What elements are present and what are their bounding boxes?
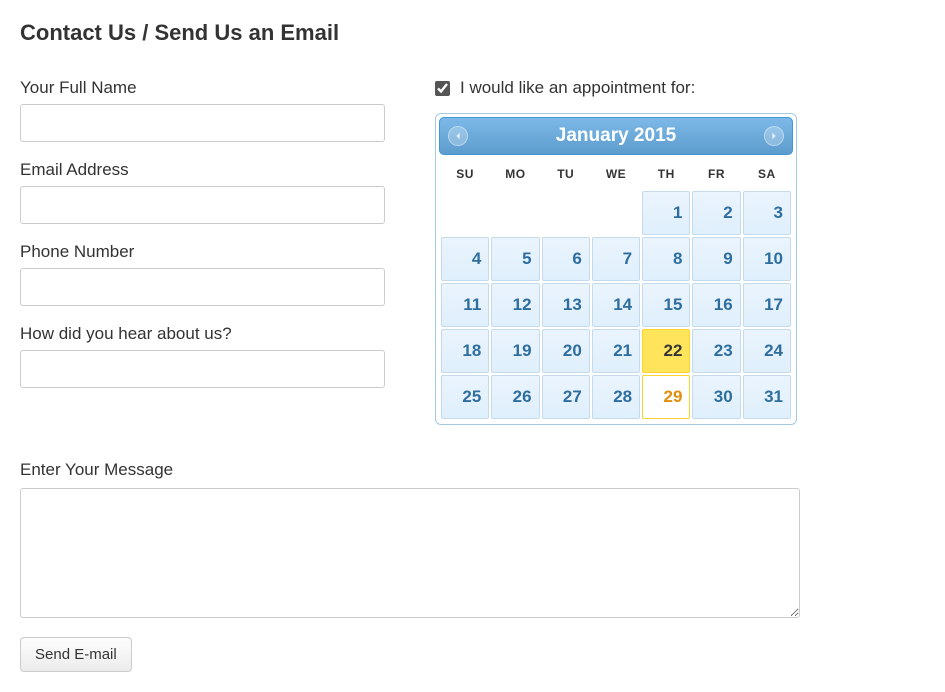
calendar-day[interactable]: 16 <box>692 283 740 327</box>
calendar-day[interactable]: 14 <box>592 283 640 327</box>
calendar-day[interactable]: 24 <box>743 329 791 373</box>
calendar-title: January 2015 <box>556 125 676 147</box>
calendar-day-header: TU <box>542 161 590 189</box>
calendar-day[interactable]: 23 <box>692 329 740 373</box>
phone-label: Phone Number <box>20 242 385 262</box>
calendar-empty-cell <box>542 191 590 235</box>
calendar-day[interactable]: 30 <box>692 375 740 419</box>
calendar-day[interactable]: 29 <box>642 375 690 419</box>
calendar-day-header: FR <box>692 161 740 189</box>
calendar: January 2015 SUMOTUWETHFRSA 123456789101… <box>435 113 797 425</box>
calendar-day[interactable]: 9 <box>692 237 740 281</box>
calendar-grid: SUMOTUWETHFRSA 1234567891011121314151617… <box>439 159 793 421</box>
message-textarea[interactable] <box>20 488 800 618</box>
email-label: Email Address <box>20 160 385 180</box>
page-title: Contact Us / Send Us an Email <box>20 20 925 46</box>
calendar-day[interactable]: 27 <box>542 375 590 419</box>
calendar-empty-cell <box>491 191 539 235</box>
message-label: Enter Your Message <box>20 460 925 480</box>
full-name-label: Your Full Name <box>20 78 385 98</box>
calendar-day[interactable]: 25 <box>441 375 489 419</box>
calendar-day[interactable]: 12 <box>491 283 539 327</box>
calendar-day-header: TH <box>642 161 690 189</box>
calendar-day[interactable]: 26 <box>491 375 539 419</box>
appointment-checkbox[interactable] <box>435 81 450 96</box>
calendar-day[interactable]: 2 <box>692 191 740 235</box>
calendar-day-header: WE <box>592 161 640 189</box>
calendar-day-header: SU <box>441 161 489 189</box>
calendar-day[interactable]: 8 <box>642 237 690 281</box>
calendar-day[interactable]: 31 <box>743 375 791 419</box>
calendar-day[interactable]: 10 <box>743 237 791 281</box>
calendar-day[interactable]: 5 <box>491 237 539 281</box>
calendar-day[interactable]: 4 <box>441 237 489 281</box>
email-input[interactable] <box>20 186 385 224</box>
hear-about-label: How did you hear about us? <box>20 324 385 344</box>
calendar-day-header: MO <box>491 161 539 189</box>
calendar-day[interactable]: 13 <box>542 283 590 327</box>
phone-input[interactable] <box>20 268 385 306</box>
calendar-day[interactable]: 1 <box>642 191 690 235</box>
appointment-label: I would like an appointment for: <box>460 78 695 98</box>
calendar-day[interactable]: 22 <box>642 329 690 373</box>
chevron-right-icon <box>770 127 778 145</box>
chevron-left-icon <box>454 127 462 145</box>
calendar-day[interactable]: 6 <box>542 237 590 281</box>
calendar-day[interactable]: 28 <box>592 375 640 419</box>
calendar-header: January 2015 <box>439 117 793 155</box>
calendar-next-button[interactable] <box>764 126 784 146</box>
calendar-empty-cell <box>592 191 640 235</box>
calendar-day[interactable]: 11 <box>441 283 489 327</box>
hear-about-input[interactable] <box>20 350 385 388</box>
calendar-day[interactable]: 18 <box>441 329 489 373</box>
calendar-empty-cell <box>441 191 489 235</box>
calendar-day-header: SA <box>743 161 791 189</box>
calendar-day[interactable]: 21 <box>592 329 640 373</box>
full-name-input[interactable] <box>20 104 385 142</box>
calendar-day[interactable]: 7 <box>592 237 640 281</box>
send-email-button[interactable]: Send E-mail <box>20 637 132 672</box>
calendar-day[interactable]: 17 <box>743 283 791 327</box>
calendar-day[interactable]: 20 <box>542 329 590 373</box>
calendar-day[interactable]: 3 <box>743 191 791 235</box>
calendar-day[interactable]: 15 <box>642 283 690 327</box>
calendar-prev-button[interactable] <box>448 126 468 146</box>
calendar-day[interactable]: 19 <box>491 329 539 373</box>
